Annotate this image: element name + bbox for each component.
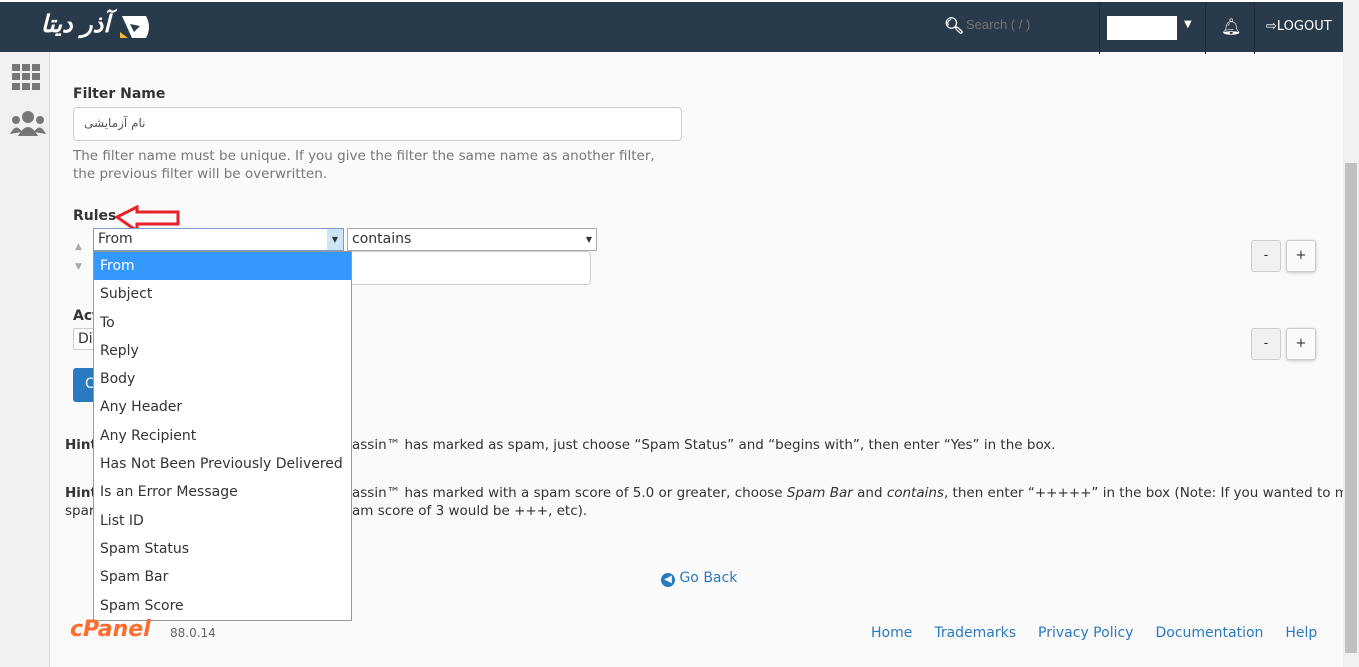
dropdown-option[interactable]: Has Not Been Previously Delivered bbox=[94, 450, 351, 478]
filter-name-help: The filter name must be unique. If you g… bbox=[73, 148, 655, 182]
chevron-down-icon: ▼ bbox=[327, 229, 343, 250]
hint-2-line2-right: am score of 3 would be +++, etc). bbox=[352, 503, 588, 519]
rule-value-input[interactable] bbox=[340, 251, 591, 285]
go-back-link[interactable]: ◀ Go Back bbox=[661, 570, 737, 587]
arrow-left-circle-icon: ◀ bbox=[661, 573, 675, 587]
rule-field-select[interactable]: From ▼ bbox=[93, 228, 344, 251]
caret-down-icon[interactable]: ▼ bbox=[1184, 19, 1192, 30]
move-down-icon[interactable]: ▼ bbox=[75, 262, 82, 272]
dropdown-option[interactable]: Body bbox=[94, 365, 351, 393]
footer-links: Home Trademarks Privacy Policy Documenta… bbox=[871, 625, 1317, 641]
footer-link-documentation[interactable]: Documentation bbox=[1155, 625, 1263, 641]
grid-icon[interactable] bbox=[12, 64, 42, 90]
move-up-icon[interactable]: ▲ bbox=[75, 242, 82, 252]
search-input[interactable] bbox=[966, 17, 1066, 32]
cpanel-logo: cPanel bbox=[70, 617, 151, 642]
action-select-value: Di bbox=[78, 331, 93, 347]
search-icon[interactable]: 🔍︎ bbox=[944, 16, 964, 35]
go-back-label: Go Back bbox=[679, 570, 738, 586]
dropdown-option[interactable]: List ID bbox=[94, 507, 351, 535]
bell-icon[interactable]: 🔔︎ bbox=[1221, 17, 1241, 36]
sidebar bbox=[0, 52, 50, 667]
remove-action-button[interactable]: - bbox=[1251, 328, 1281, 360]
logo-icon bbox=[118, 12, 154, 46]
filter-name-label: Filter Name bbox=[73, 86, 166, 102]
user-menu[interactable] bbox=[1107, 16, 1177, 40]
hint-2-text: assin™ has marked with a spam score of 5… bbox=[352, 485, 1359, 501]
logo-text[interactable]: آذر دیتا bbox=[20, 10, 110, 38]
rule-operator-value: contains bbox=[352, 231, 412, 247]
dropdown-option[interactable]: Spam Score bbox=[94, 592, 351, 620]
scrollbar[interactable] bbox=[1343, 0, 1359, 667]
hint-1-text: assin™ has marked as spam, just choose “… bbox=[352, 437, 1056, 453]
footer-link-privacy-policy[interactable]: Privacy Policy bbox=[1038, 625, 1133, 641]
rules-label: Rules bbox=[73, 208, 117, 224]
users-icon[interactable] bbox=[10, 110, 46, 142]
chevron-down-icon: ▼ bbox=[585, 235, 592, 244]
add-rule-button[interactable]: + bbox=[1286, 240, 1316, 272]
rule-field-value: From bbox=[98, 231, 133, 247]
dropdown-option[interactable]: Spam Bar bbox=[94, 563, 351, 591]
rule-field-dropdown[interactable]: From Subject To Reply Body Any Header Any Reci… bbox=[93, 251, 352, 621]
version-text: 88.0.14 bbox=[170, 626, 216, 640]
dropdown-option[interactable]: Reply bbox=[94, 337, 351, 365]
logout-label: LOGOUT bbox=[1276, 19, 1332, 34]
filter-name-value: نام آزمایشی bbox=[84, 116, 146, 130]
logout-icon: ⇨ bbox=[1266, 19, 1277, 34]
logout-button[interactable]: ⇨LOGOUT bbox=[1266, 19, 1332, 34]
rule-operator-select[interactable]: contains ▼ bbox=[347, 228, 597, 251]
dropdown-option[interactable]: To bbox=[94, 309, 351, 337]
footer-link-trademarks[interactable]: Trademarks bbox=[934, 625, 1016, 641]
dropdown-option[interactable]: Any Header bbox=[94, 393, 351, 421]
dropdown-option[interactable]: Spam Status bbox=[94, 535, 351, 563]
remove-rule-button[interactable]: - bbox=[1251, 240, 1281, 272]
hint-2-line2-left: spar bbox=[65, 503, 95, 519]
filter-name-input[interactable]: نام آزمایشی bbox=[73, 107, 682, 141]
add-action-button[interactable]: + bbox=[1286, 328, 1316, 360]
dropdown-option[interactable]: Any Recipient bbox=[94, 422, 351, 450]
footer-link-home[interactable]: Home bbox=[871, 625, 912, 641]
top-header: آذر دیتا 🔍︎ ▼ 🔔︎ ⇨LOGOUT bbox=[0, 0, 1343, 54]
dropdown-option[interactable]: Subject bbox=[94, 280, 351, 308]
footer-link-help[interactable]: Help bbox=[1285, 625, 1317, 641]
dropdown-option[interactable]: Is an Error Message bbox=[94, 478, 351, 506]
dropdown-option[interactable]: From bbox=[94, 252, 351, 281]
